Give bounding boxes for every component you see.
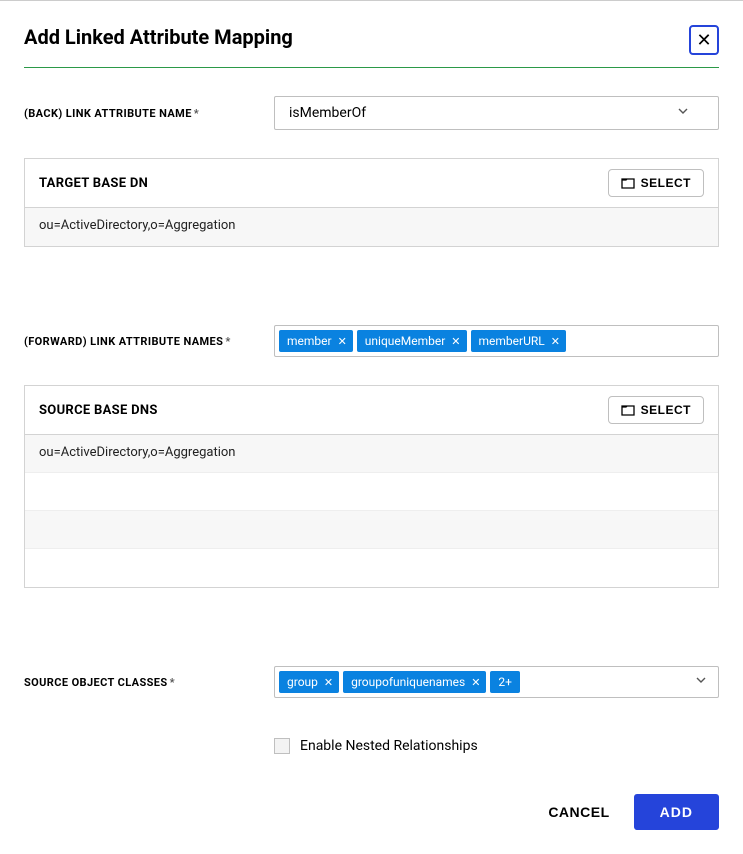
source-base-dns-body: ou=ActiveDirectory,o=Aggregation [25, 435, 718, 587]
source-base-dns-panel: SOURCE BASE DNS SELECT ou=ActiveDirector… [24, 385, 719, 588]
folder-icon [621, 177, 635, 189]
source-object-classes-select[interactable]: group✕ groupofuniquenames✕ 2+ [274, 666, 719, 698]
source-base-dns-title: SOURCE BASE DNS [39, 403, 158, 418]
back-link-select[interactable]: isMemberOf [274, 96, 719, 130]
tag-uniquemember[interactable]: uniqueMember✕ [357, 330, 467, 352]
table-row [25, 549, 718, 587]
target-base-dn-title: TARGET BASE DN [39, 176, 148, 191]
back-link-value: isMemberOf [289, 105, 366, 121]
tag-group[interactable]: group✕ [279, 671, 339, 693]
source-select-button[interactable]: SELECT [608, 396, 704, 424]
forward-link-label: (FORWARD) LINK ATTRIBUTE NAMES* [24, 335, 274, 348]
divider [24, 67, 719, 68]
tag-groupofuniquenames[interactable]: groupofuniquenames✕ [343, 671, 486, 693]
close-icon: ✕ [696, 31, 711, 49]
cancel-button[interactable]: CANCEL [544, 794, 613, 830]
remove-icon[interactable]: ✕ [551, 335, 560, 348]
tag-member[interactable]: member✕ [279, 330, 353, 352]
remove-icon[interactable]: ✕ [338, 335, 347, 348]
tag-more[interactable]: 2+ [490, 671, 520, 693]
modal-title: Add Linked Attribute Mapping [24, 25, 293, 49]
table-row: ou=ActiveDirectory,o=Aggregation [25, 435, 718, 473]
chevron-down-icon [678, 108, 688, 118]
remove-icon[interactable]: ✕ [451, 335, 460, 348]
back-link-label: (BACK) LINK ATTRIBUTE NAME* [24, 107, 274, 120]
folder-icon [621, 404, 635, 416]
enable-nested-checkbox[interactable] [274, 738, 290, 754]
table-row [25, 473, 718, 511]
add-button[interactable]: ADD [634, 794, 719, 830]
tag-memberurl[interactable]: memberURL✕ [471, 330, 566, 352]
forward-link-tags[interactable]: member✕ uniqueMember✕ memberURL✕ [274, 325, 719, 357]
remove-icon[interactable]: ✕ [324, 676, 333, 689]
target-select-button[interactable]: SELECT [608, 169, 704, 197]
source-object-classes-label: SOURCE OBJECT CLASSES* [24, 676, 274, 689]
target-base-dn-panel: TARGET BASE DN SELECT ou=ActiveDirectory… [24, 158, 719, 247]
close-button[interactable]: ✕ [689, 25, 719, 55]
target-base-dn-body: ou=ActiveDirectory,o=Aggregation [25, 208, 718, 246]
table-row: ou=ActiveDirectory,o=Aggregation [25, 208, 718, 246]
enable-nested-label: Enable Nested Relationships [300, 738, 478, 754]
remove-icon[interactable]: ✕ [471, 676, 480, 689]
chevron-down-icon [696, 677, 706, 687]
table-row [25, 511, 718, 549]
